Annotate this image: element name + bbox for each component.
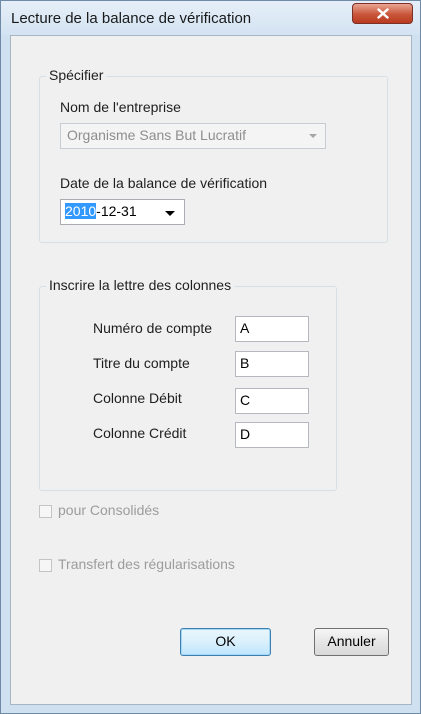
credit-column-input[interactable]: D [235,422,309,448]
specify-group-label: Spécifier [46,67,107,83]
credit-column-label: Colonne Crédit [93,425,187,441]
account-title-label: Titre du compte [93,355,190,371]
consolidated-label: pour Consolidés [58,502,160,518]
consolidated-checkbox[interactable] [39,505,52,518]
date-picker[interactable]: 2010-12-31 [60,199,185,225]
transfer-checkbox[interactable] [39,559,52,572]
company-name-label: Nom de l'entreprise [60,99,181,115]
columns-group: Inscrire la lettre des colonnes Numéro d… [39,277,337,491]
dialog-window: Lecture de la balance de vérification Sp… [0,0,421,714]
account-number-input[interactable]: A [235,316,309,342]
debit-column-input[interactable]: C [235,388,309,414]
company-name-value: Organisme Sans But Lucratif [67,127,246,143]
date-year-segment[interactable]: 2010 [65,203,97,219]
close-button[interactable] [352,3,413,24]
specify-group: Spécifier Nom de l'entreprise Organisme … [39,67,388,243]
chevron-down-icon [309,134,317,138]
title-bar[interactable]: Lecture de la balance de vérification [1,1,420,35]
close-icon [376,8,389,19]
company-name-combo: Organisme Sans But Lucratif [60,123,326,149]
debit-column-label: Colonne Débit [93,390,182,406]
cancel-button[interactable]: Annuler [314,628,389,656]
dialog-body: Spécifier Nom de l'entreprise Organisme … [10,35,412,705]
date-rest-segment[interactable]: -12-31 [96,203,136,219]
account-title-input[interactable]: B [235,351,309,377]
ok-button[interactable]: OK [180,628,271,656]
chevron-down-icon[interactable] [165,211,175,216]
columns-group-label: Inscrire la lettre des colonnes [46,277,235,293]
account-number-label: Numéro de compte [93,320,213,336]
window-title: Lecture de la balance de vérification [11,10,252,27]
transfer-label: Transfert des régularisations [58,556,235,572]
date-label: Date de la balance de vérification [60,175,268,191]
